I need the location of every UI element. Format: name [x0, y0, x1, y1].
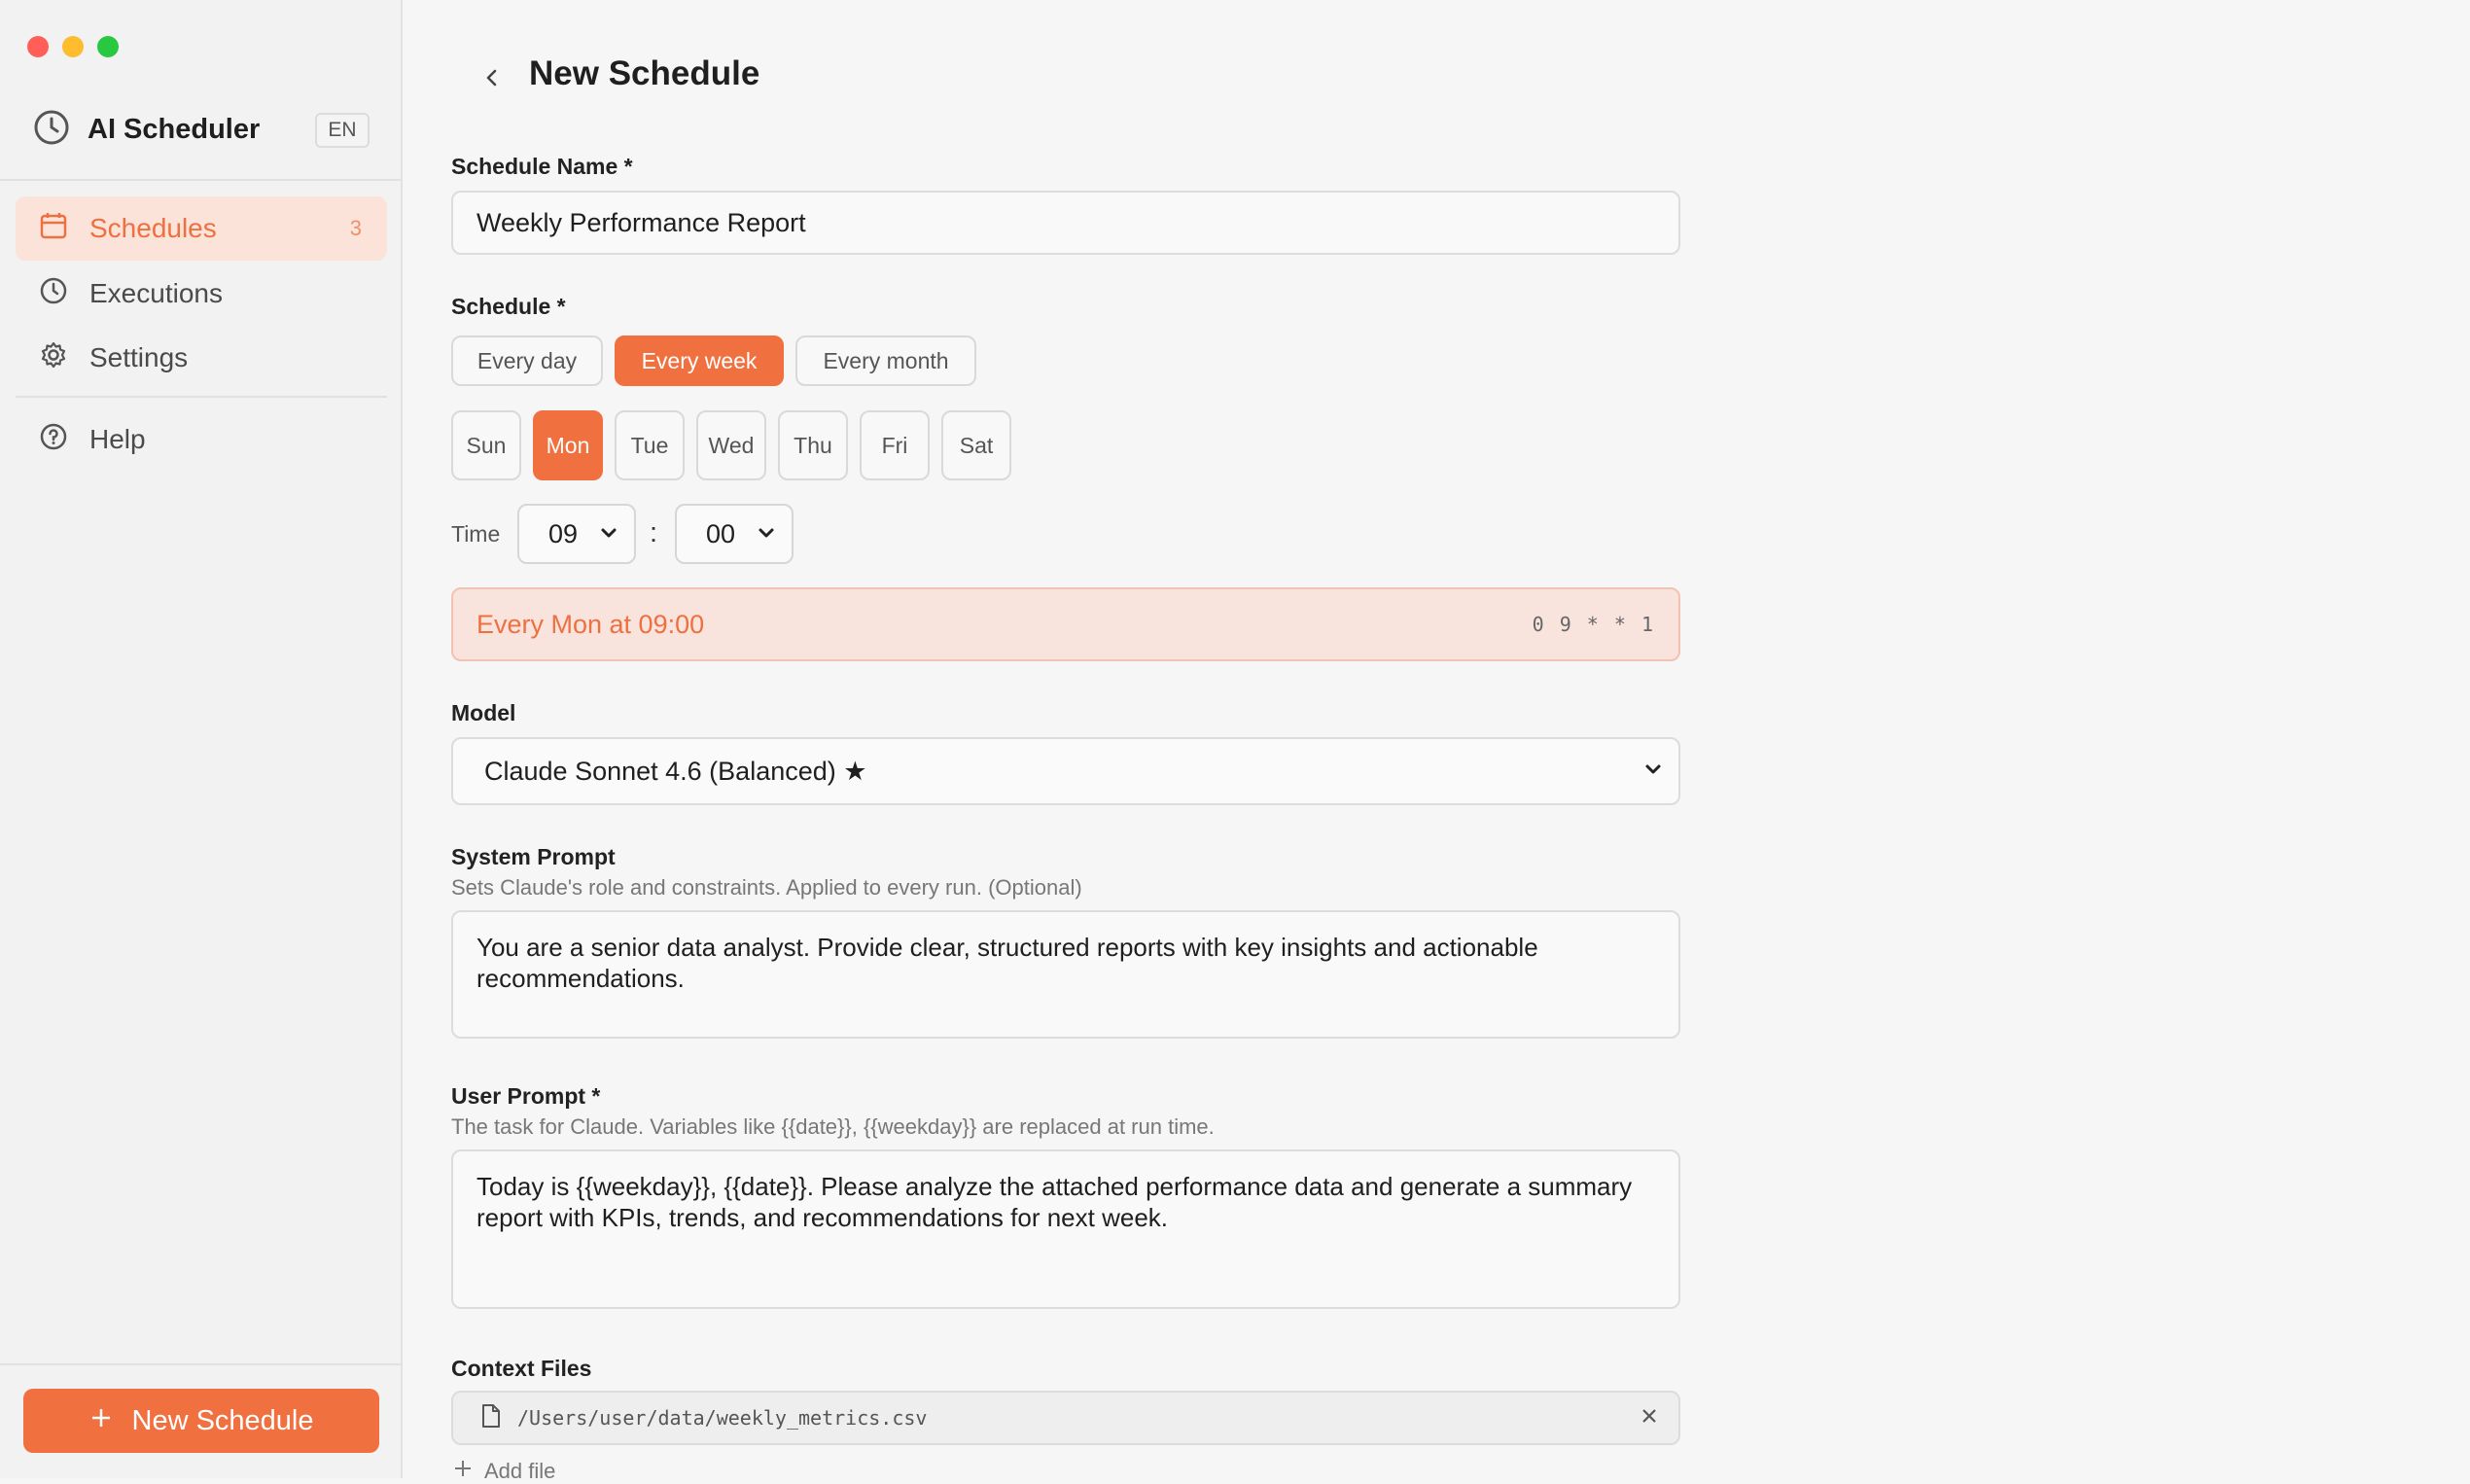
user-prompt-textarea[interactable]: Today is {{weekday}}, {{date}}. Please a…: [451, 1149, 1680, 1309]
sidebar-item-schedules[interactable]: Schedules 3: [16, 196, 387, 261]
main-content: New Schedule Schedule Name * Weekly Perf…: [403, 0, 2470, 1483]
context-file-path: /Users/user/data/weekly_metrics.csv: [517, 1406, 928, 1430]
cron-expression: 0 9 * * 1: [1532, 613, 1655, 636]
schedule-name-value: Weekly Performance Report: [476, 207, 806, 237]
calendar-icon: [39, 211, 68, 247]
help-circle-icon: [39, 422, 68, 458]
user-prompt-value: Today is {{weekday}}, {{date}}. Please a…: [476, 1172, 1633, 1232]
sidebar-divider: [16, 396, 387, 398]
context-file-item: /Users/user/data/weekly_metrics.csv: [451, 1391, 1680, 1445]
day-tue[interactable]: Tue: [615, 410, 685, 480]
app-title: AI Scheduler: [88, 114, 261, 145]
model-label: Model: [451, 700, 516, 725]
add-file-label: Add file: [484, 1459, 556, 1483]
frequency-every-month[interactable]: Every month: [795, 336, 976, 386]
hour-select[interactable]: 09: [517, 504, 636, 564]
day-fri[interactable]: Fri: [860, 410, 930, 480]
model-select[interactable]: Claude Sonnet 4.6 (Balanced) ★: [451, 737, 1680, 805]
time-label: Time: [451, 521, 501, 547]
minute-value: 00: [706, 518, 736, 548]
window-controls: [27, 36, 119, 57]
schedule-count-badge: 3: [349, 216, 362, 240]
page-title: New Schedule: [529, 54, 760, 92]
remove-file-button[interactable]: [1640, 1406, 1659, 1431]
system-prompt-textarea[interactable]: You are a senior data analyst. Provide c…: [451, 910, 1680, 1039]
sidebar-item-settings[interactable]: Settings: [16, 326, 387, 390]
system-prompt-hint: Sets Claude's role and constraints. Appl…: [451, 875, 1082, 900]
sidebar-item-label: Schedules: [89, 213, 217, 243]
system-prompt-label: System Prompt: [451, 844, 616, 869]
frequency-every-day[interactable]: Every day: [451, 336, 603, 386]
day-wed[interactable]: Wed: [696, 410, 766, 480]
sidebar-item-label: Help: [89, 424, 146, 454]
minimize-window-button[interactable]: [62, 36, 84, 57]
user-prompt-label: User Prompt *: [451, 1083, 601, 1109]
day-mon[interactable]: Mon: [533, 410, 603, 480]
plus-icon: [89, 1405, 113, 1437]
sidebar-divider: [0, 1363, 403, 1365]
close-icon: [1642, 1408, 1656, 1423]
sidebar: AI Scheduler EN Schedules 3 Executions S…: [0, 0, 403, 1478]
minute-select[interactable]: 00: [675, 504, 794, 564]
chevron-down-icon: [599, 519, 618, 549]
sidebar-item-label: Executions: [89, 278, 223, 308]
maximize-window-button[interactable]: [97, 36, 119, 57]
schedule-preview-text: Every Mon at 09:00: [476, 609, 705, 639]
app-brand: AI Scheduler: [33, 109, 260, 151]
hour-value: 09: [548, 518, 579, 548]
sidebar-divider: [0, 179, 403, 181]
chevron-down-icon: [757, 519, 776, 549]
plus-icon: [453, 1459, 473, 1484]
chevron-down-icon: [1643, 760, 1663, 784]
add-file-button[interactable]: Add file: [453, 1459, 555, 1484]
clock-logo-icon: [33, 109, 70, 151]
schedule-label: Schedule *: [451, 294, 566, 319]
system-prompt-value: You are a senior data analyst. Provide c…: [476, 933, 1538, 993]
context-files-label: Context Files: [451, 1356, 592, 1381]
close-window-button[interactable]: [27, 36, 49, 57]
day-sat[interactable]: Sat: [941, 410, 1011, 480]
file-icon: [480, 1403, 502, 1433]
sidebar-item-label: Settings: [89, 342, 189, 372]
chevron-left-icon: [481, 67, 503, 93]
clock-icon: [39, 276, 68, 312]
frequency-every-week[interactable]: Every week: [615, 336, 784, 386]
user-prompt-hint: The task for Claude. Variables like {{da…: [451, 1114, 1215, 1139]
day-sun[interactable]: Sun: [451, 410, 521, 480]
sidebar-item-executions[interactable]: Executions: [16, 262, 387, 326]
new-schedule-label: New Schedule: [131, 1404, 314, 1436]
schedule-preview: Every Mon at 09:00 0 9 * * 1: [451, 587, 1680, 661]
schedule-name-input[interactable]: Weekly Performance Report: [451, 191, 1680, 255]
language-toggle[interactable]: EN: [315, 113, 370, 148]
model-value: Claude Sonnet 4.6 (Balanced) ★: [484, 756, 867, 786]
new-schedule-button[interactable]: New Schedule: [23, 1389, 379, 1453]
sidebar-item-help[interactable]: Help: [16, 407, 387, 472]
back-button[interactable]: [469, 56, 515, 103]
day-thu[interactable]: Thu: [778, 410, 848, 480]
gear-icon: [39, 340, 68, 376]
time-colon: :: [650, 517, 658, 548]
schedule-name-label: Schedule Name *: [451, 154, 633, 179]
